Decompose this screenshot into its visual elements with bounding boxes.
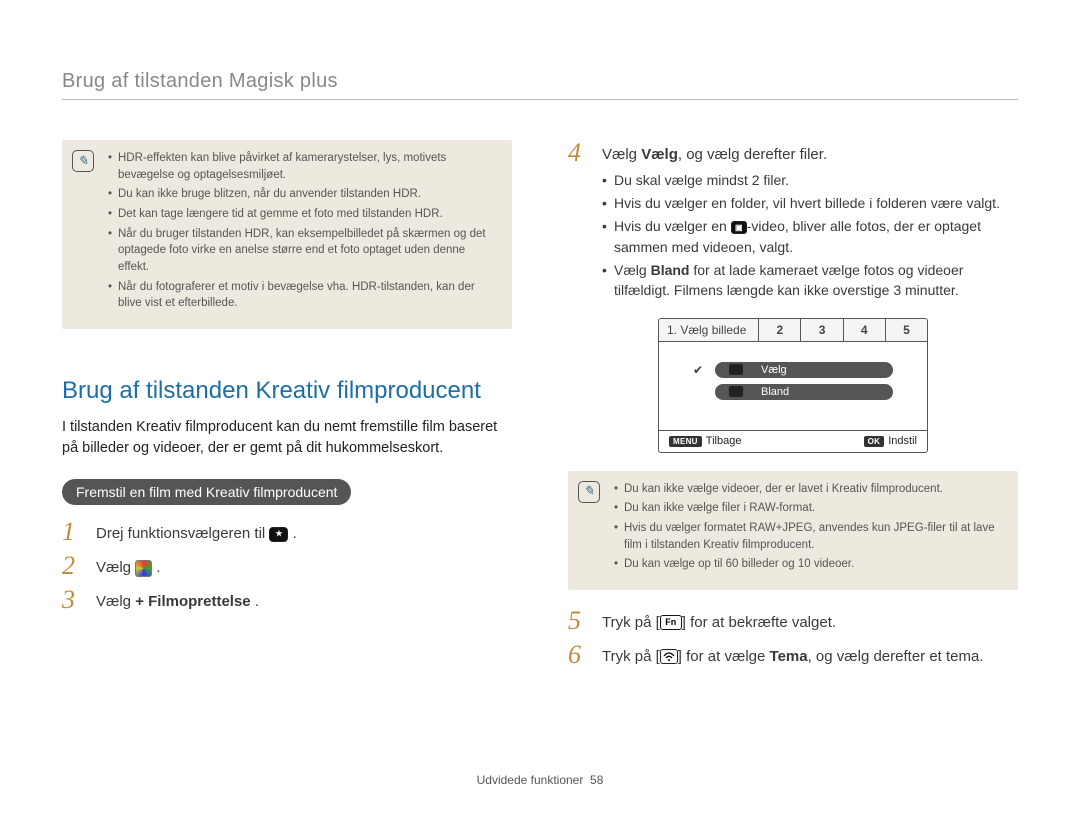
mode-dial-icon xyxy=(269,527,288,542)
step-text: Tryk på [ xyxy=(602,614,660,631)
option-label: Bland xyxy=(761,386,789,398)
note-item: Du kan ikke bruge blitzen, når du anvend… xyxy=(108,186,498,203)
back-label: Tilbage xyxy=(706,435,742,447)
wizard-tabs: 1. Vælg billede 2 3 4 5 xyxy=(659,319,927,342)
step-text: Vælg xyxy=(96,559,135,576)
step-text: Tryk på [ xyxy=(602,648,660,665)
creative-movie-icon xyxy=(135,560,152,577)
step-5: 5 Tryk på [Fn] for at bekræfte valget. xyxy=(568,608,1018,634)
step-bold: + Filmoprettelse xyxy=(135,593,250,610)
check-icon: ✔ xyxy=(693,363,705,377)
note-item: Når du bruger tilstanden HDR, kan eksemp… xyxy=(108,226,498,276)
steps-left: 1 Drej funktionsvælgeren til . 2 Vælg . … xyxy=(62,519,512,613)
bullet-bold: Bland xyxy=(651,262,690,278)
step-bold: Tema xyxy=(770,648,808,665)
option-row-select[interactable]: ✔ Vælg xyxy=(693,362,893,378)
menu-key-icon: MENU xyxy=(669,436,702,447)
subsection-pill: Fremstil en film med Kreativ filmproduce… xyxy=(62,479,351,505)
right-column: 4 Vælg Vælg, og vælg derefter filer. Du … xyxy=(568,140,1018,676)
section-heading: Brug af tilstanden Kreativ filmproducent xyxy=(62,377,512,405)
page-footer: Udvidede funktioner 58 xyxy=(0,773,1080,787)
bullet-text: Vælg xyxy=(614,262,651,278)
set-hint: OKIndstil xyxy=(864,435,917,447)
step-bullet: Hvis du vælger en folder, vil hvert bill… xyxy=(602,193,1018,213)
wizard-tab-active[interactable]: 1. Vælg billede xyxy=(659,319,759,341)
movie-icon: ▣ xyxy=(731,221,747,234)
wifi-key-icon xyxy=(660,649,678,664)
step-text: , og vælg derefter filer. xyxy=(678,146,827,163)
note-item: Du kan ikke vælge filer i RAW-format. xyxy=(614,500,1004,517)
note-item: HDR-effekten kan blive påvirket af kamer… xyxy=(108,150,498,183)
section-body: I tilstanden Kreativ filmproducent kan d… xyxy=(62,417,512,459)
wizard-tab[interactable]: 4 xyxy=(844,319,886,341)
note-item: Hvis du vælger formatet RAW+JPEG, anvend… xyxy=(614,520,1004,553)
ok-key-icon: OK xyxy=(864,436,885,447)
footer-page: 58 xyxy=(590,773,603,787)
left-column: ✎ HDR-effekten kan blive påvirket af kam… xyxy=(62,140,512,676)
bullet-text: Hvis du vælger en xyxy=(614,218,731,234)
note-item: Det kan tage længere tid at gemme et fot… xyxy=(108,206,498,223)
step-text: Vælg xyxy=(602,146,641,163)
note-item: Når du fotograferer et motiv i bevægelse… xyxy=(108,279,498,312)
step-bullet: Du skal vælge mindst 2 filer. xyxy=(602,170,1018,190)
note-icon: ✎ xyxy=(578,481,600,503)
step-number: 2 xyxy=(62,553,96,579)
step-number: 6 xyxy=(568,642,602,668)
step-text: , og vælg derefter et tema. xyxy=(808,648,984,665)
back-hint: MENU Tilbage xyxy=(669,435,741,447)
step-text: . xyxy=(293,525,297,542)
footer-section: Udvidede funktioner xyxy=(477,773,584,787)
step-bullet: Hvis du vælger en ▣-video, bliver alle f… xyxy=(602,216,1018,257)
wizard-tab[interactable]: 2 xyxy=(759,319,801,341)
note-item: Du kan ikke vælge videoer, der er lavet … xyxy=(614,481,1004,498)
note-box-limits: ✎ Du kan ikke vælge videoer, der er lave… xyxy=(568,471,1018,590)
fn-key-icon: Fn xyxy=(660,615,682,630)
step-text: Vælg xyxy=(96,593,135,610)
wizard-tab[interactable]: 5 xyxy=(886,319,927,341)
option-label: Vælg xyxy=(761,364,787,376)
step-text: . xyxy=(255,593,259,610)
steps-right-b: 5 Tryk på [Fn] for at bekræfte valget. 6… xyxy=(568,608,1018,668)
option-row-shuffle[interactable]: Bland xyxy=(693,384,893,400)
step-number: 1 xyxy=(62,519,96,545)
step-bullet: Vælg Bland for at lade kameraet vælge fo… xyxy=(602,260,1018,301)
shuffle-icon xyxy=(729,386,743,397)
step-number: 3 xyxy=(62,587,96,613)
page-header: Brug af tilstanden Magisk plus xyxy=(62,70,1018,100)
note-box-hdr: ✎ HDR-effekten kan blive påvirket af kam… xyxy=(62,140,512,329)
step-text: Drej funktionsvælgeren til xyxy=(96,525,269,542)
step-3: 3 Vælg + Filmoprettelse . xyxy=(62,587,512,613)
camera-screen: 1. Vælg billede 2 3 4 5 ✔ Vælg Bland MEN… xyxy=(658,318,928,453)
step-6: 6 Tryk på [ ] for at vælge Tema, og vælg… xyxy=(568,642,1018,668)
wizard-tab[interactable]: 3 xyxy=(801,319,843,341)
step-text: . xyxy=(156,559,160,576)
note-item: Du kan vælge op til 60 billeder og 10 vi… xyxy=(614,556,1004,573)
step-text: ] for at vælge xyxy=(678,648,770,665)
note-icon: ✎ xyxy=(72,150,94,172)
step-number: 5 xyxy=(568,608,602,634)
steps-right-a: 4 Vælg Vælg, og vælg derefter filer. Du … xyxy=(568,140,1018,304)
step-4: 4 Vælg Vælg, og vælg derefter filer. Du … xyxy=(568,140,1018,304)
step-2: 2 Vælg . xyxy=(62,553,512,579)
step-text: ] for at bekræfte valget. xyxy=(682,614,836,631)
set-label: Indstil xyxy=(888,435,917,447)
select-icon xyxy=(729,364,743,375)
step-number: 4 xyxy=(568,140,602,166)
step-bold: Vælg xyxy=(641,146,678,163)
two-column-layout: ✎ HDR-effekten kan blive påvirket af kam… xyxy=(62,140,1018,676)
step-1: 1 Drej funktionsvælgeren til . xyxy=(62,519,512,545)
camera-footer: MENU Tilbage OKIndstil xyxy=(659,430,927,452)
